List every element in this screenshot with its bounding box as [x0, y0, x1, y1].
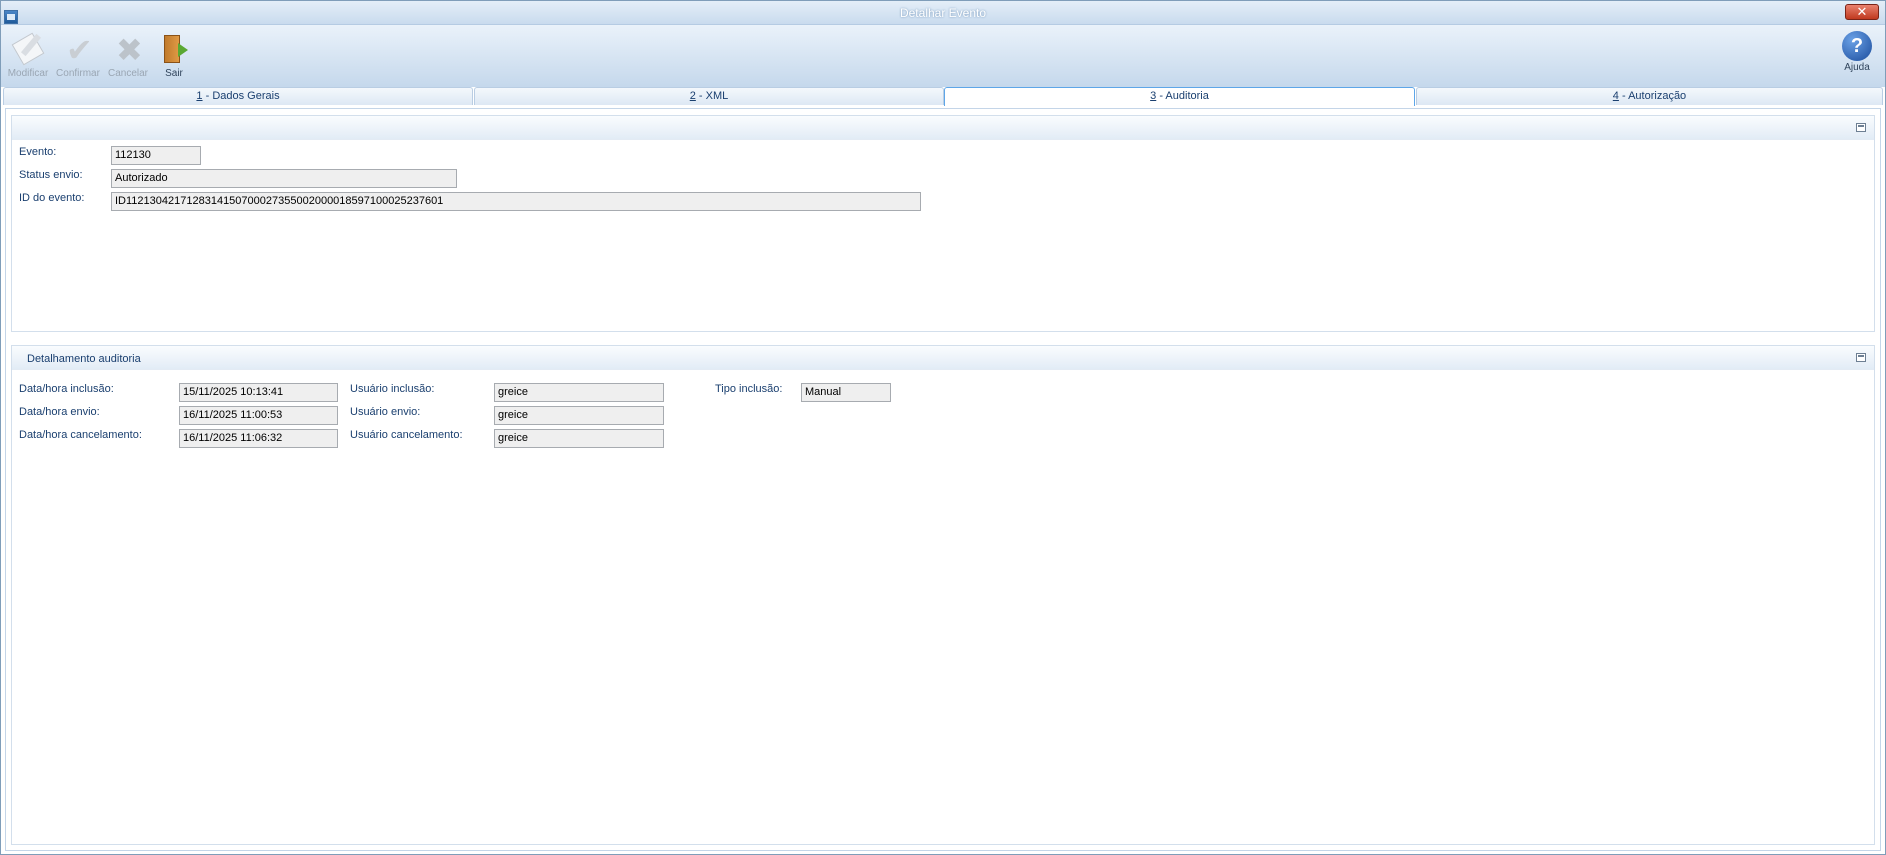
usuario-inclusao-field[interactable]: greice: [494, 383, 664, 402]
title-bar: Detalhar Evento ✕: [1, 1, 1885, 25]
sair-label: Sair: [165, 68, 183, 79]
ajuda-label: Ajuda: [1844, 62, 1870, 73]
data-hora-inclusao-label: Data/hora inclusão:: [19, 383, 114, 395]
confirmar-label: Confirmar: [56, 68, 100, 79]
edit-icon: [10, 31, 46, 67]
confirmar-button[interactable]: Confirmar: [54, 31, 102, 83]
status-envio-label: Status envio:: [19, 169, 83, 181]
usuario-cancelamento-field[interactable]: greice: [494, 429, 664, 448]
detalhamento-auditoria-panel: Detalhamento auditoria Data/hora inclusã…: [11, 345, 1875, 845]
tab-autorizacao[interactable]: 4 - Autorização: [1416, 87, 1883, 105]
tipo-inclusao-field[interactable]: Manual: [801, 383, 891, 402]
cancelar-label: Cancelar: [107, 68, 149, 79]
sair-button[interactable]: Sair: [150, 31, 198, 83]
id-evento-field[interactable]: ID11213042171283141507000273550020000185…: [111, 192, 921, 211]
id-evento-label: ID do evento:: [19, 192, 85, 204]
modificar-label: Modificar: [7, 68, 49, 79]
detalhar-evento-window: Detalhar Evento ✕ Modificar Confirmar Ca…: [0, 0, 1886, 855]
data-hora-cancelamento-field[interactable]: 16/11/2025 11:06:32: [179, 429, 338, 448]
window-title: Detalhar Evento: [899, 6, 987, 20]
data-hora-cancelamento-label: Data/hora cancelamento:: [19, 429, 142, 441]
usuario-inclusao-label: Usuário inclusão:: [350, 383, 435, 395]
evento-panel: Evento: 112130 Status envio: Autorizado …: [11, 115, 1875, 332]
tab-bar: 1 - Dados Gerais 2 - XML 3 - Auditoria 4…: [3, 87, 1883, 106]
close-window-button[interactable]: ✕: [1845, 4, 1879, 20]
usuario-cancelamento-label: Usuário cancelamento:: [350, 429, 463, 441]
evento-panel-header: [12, 116, 1874, 140]
ajuda-button[interactable]: ? Ajuda: [1833, 31, 1881, 83]
evento-field[interactable]: 112130: [111, 146, 201, 165]
toolbar: Modificar Confirmar Cancelar Sair ? Ajud…: [1, 25, 1885, 87]
tab-content-auditoria: Evento: 112130 Status envio: Autorizado …: [5, 108, 1881, 851]
help-icon: ?: [1842, 31, 1872, 61]
tab-auditoria[interactable]: 3 - Auditoria: [944, 87, 1415, 106]
data-hora-inclusao-field[interactable]: 15/11/2025 10:13:41: [179, 383, 338, 402]
check-icon: [60, 31, 96, 69]
collapse-panel-icon[interactable]: [1856, 353, 1866, 362]
tab-dados-gerais[interactable]: 1 - Dados Gerais: [3, 87, 473, 105]
evento-label: Evento:: [19, 146, 57, 158]
exit-door-icon: [156, 31, 192, 67]
cancel-icon: [110, 31, 146, 69]
modificar-button[interactable]: Modificar: [4, 31, 52, 83]
cancelar-button[interactable]: Cancelar: [104, 31, 152, 83]
auditoria-panel-header: Detalhamento auditoria: [12, 346, 1874, 370]
data-hora-envio-field[interactable]: 16/11/2025 11:00:53: [179, 406, 338, 425]
usuario-envio-label: Usuário envio:: [350, 406, 421, 418]
status-envio-field[interactable]: Autorizado: [111, 169, 457, 188]
tab-xml[interactable]: 2 - XML: [474, 87, 944, 105]
collapse-panel-icon[interactable]: [1856, 123, 1866, 132]
usuario-envio-field[interactable]: greice: [494, 406, 664, 425]
auditoria-panel-title: Detalhamento auditoria: [27, 353, 141, 365]
data-hora-envio-label: Data/hora envio:: [19, 406, 100, 418]
tipo-inclusao-label: Tipo inclusão:: [715, 383, 783, 395]
